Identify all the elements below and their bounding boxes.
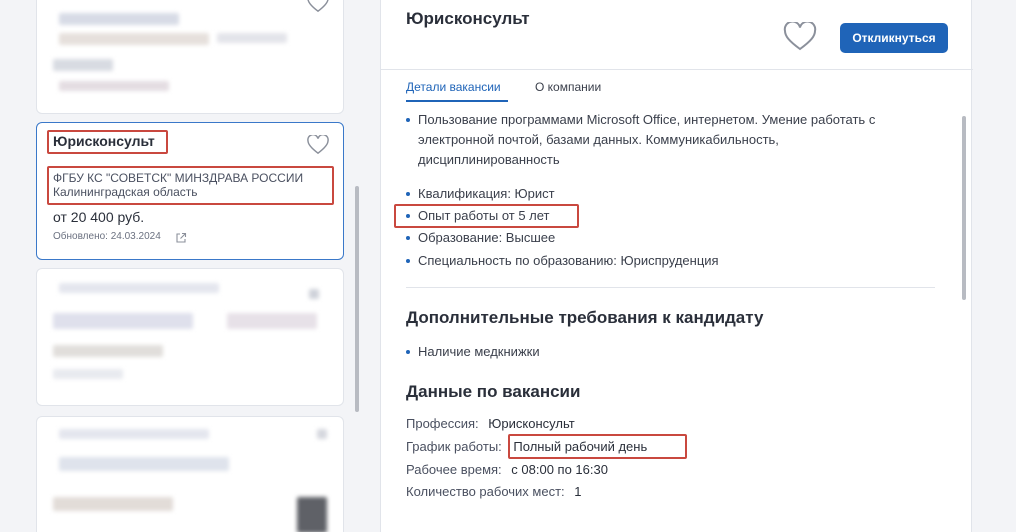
blurred-content: [59, 457, 229, 471]
blurred-content: [59, 429, 209, 439]
detail-text: Специальность по образованию: Юриспруден…: [418, 253, 719, 268]
vacancy-card-active[interactable]: Юрисконсульт ФГБУ КС "СОВЕТСК" МИНЗДРАВА…: [36, 122, 344, 260]
detail-qualification: Квалификация: Юрист: [406, 184, 555, 204]
blurred-content: [59, 81, 169, 91]
detail-specialty: Специальность по образованию: Юриспруден…: [406, 251, 719, 271]
tabs-divider: [381, 69, 973, 70]
favorite-heart-icon[interactable]: [307, 0, 329, 13]
blurred-content: [59, 283, 219, 293]
tab-about-company[interactable]: О компании: [535, 80, 601, 94]
vacancy-title: Юрисконсульт: [406, 9, 530, 28]
blurred-content: [53, 345, 163, 357]
vacancy-content: Пользование программами Microsoft Office…: [381, 102, 961, 532]
tab-vacancy-details[interactable]: Детали вакансии: [406, 80, 501, 94]
vacancy-card-blurred[interactable]: [36, 416, 344, 532]
employer-name: ФГБУ КС "СОВЕТСК" МИНЗДРАВА РОССИИ: [53, 171, 304, 185]
extra-requirements-heading: Дополнительные требования к кандидату: [406, 308, 764, 327]
detail-experience: Опыт работы от 5 лет: [406, 206, 550, 226]
requirement-line: электронной почтой, базами данных. Комму…: [418, 132, 779, 147]
card-title[interactable]: Юрисконсульт: [53, 133, 155, 149]
blurred-content: [59, 13, 179, 25]
detail-text: Образование: Высшее: [418, 230, 556, 245]
detail-text: Опыт работы от 5 лет: [418, 208, 550, 223]
favorite-heart-icon[interactable]: [783, 20, 817, 52]
employer-region: Калининградская область: [53, 185, 198, 199]
card-salary: от 20 400 руб.: [53, 209, 145, 225]
vacancy-data-heading: Данные по вакансии: [406, 382, 581, 401]
card-updated-date: Обновлено: 24.03.2024: [53, 231, 161, 242]
data-value: 1: [574, 484, 582, 499]
blurred-content: [59, 33, 209, 45]
vacancy-card-blurred[interactable]: [36, 268, 344, 406]
data-value: Юрисконсульт: [488, 416, 575, 431]
data-key: График работы:: [406, 439, 502, 454]
vacancy-card-blurred[interactable]: [36, 0, 344, 114]
data-value: с 08:00 по 16:30: [511, 462, 608, 477]
detail-education: Образование: Высшее: [406, 228, 555, 248]
blurred-content: [53, 59, 113, 71]
data-key: Профессия:: [406, 416, 479, 431]
list-scrollbar[interactable]: [355, 186, 359, 412]
data-row-schedule: График работы: Полный рабочий день: [406, 439, 647, 454]
data-key: Количество рабочих мест:: [406, 484, 565, 499]
respond-button[interactable]: Откликнуться: [840, 23, 948, 53]
blurred-content: [53, 313, 193, 329]
section-divider: [406, 287, 935, 288]
card-employer: ФГБУ КС "СОВЕТСК" МИНЗДРАВА РОССИИ Калин…: [53, 171, 303, 199]
extra-requirement-text: Наличие медкнижки: [418, 344, 540, 359]
detail-scrollbar[interactable]: [962, 116, 966, 300]
detail-text: Квалификация: Юрист: [418, 186, 555, 201]
requirement-item: Пользование программами Microsoft Office…: [406, 110, 875, 170]
blurred-content: [217, 33, 287, 43]
requirement-line: Пользование программами Microsoft Office…: [418, 112, 876, 127]
data-row-profession: Профессия: Юрисконсульт: [406, 416, 575, 431]
data-value: Полный рабочий день: [513, 439, 648, 454]
blurred-content: [53, 497, 173, 511]
data-row-working-hours: Рабочее время: с 08:00 по 16:30: [406, 462, 608, 477]
external-link-icon[interactable]: [175, 231, 187, 243]
vacancy-list: Юрисконсульт ФГБУ КС "СОВЕТСК" МИНЗДРАВА…: [0, 0, 380, 532]
vacancy-detail-panel: Юрисконсульт Откликнуться Детали ваканси…: [380, 0, 973, 532]
extra-requirement-item: Наличие медкнижки: [406, 342, 540, 362]
requirement-line: дисциплинированность: [418, 152, 560, 167]
data-key: Рабочее время:: [406, 462, 502, 477]
blurred-content: [317, 429, 327, 439]
data-row-positions: Количество рабочих мест: 1: [406, 484, 582, 499]
blurred-content: [227, 313, 317, 329]
favorite-heart-icon[interactable]: [307, 133, 329, 155]
blurred-content: [53, 369, 123, 379]
blurred-content: [309, 289, 319, 299]
blurred-content: [297, 497, 327, 532]
